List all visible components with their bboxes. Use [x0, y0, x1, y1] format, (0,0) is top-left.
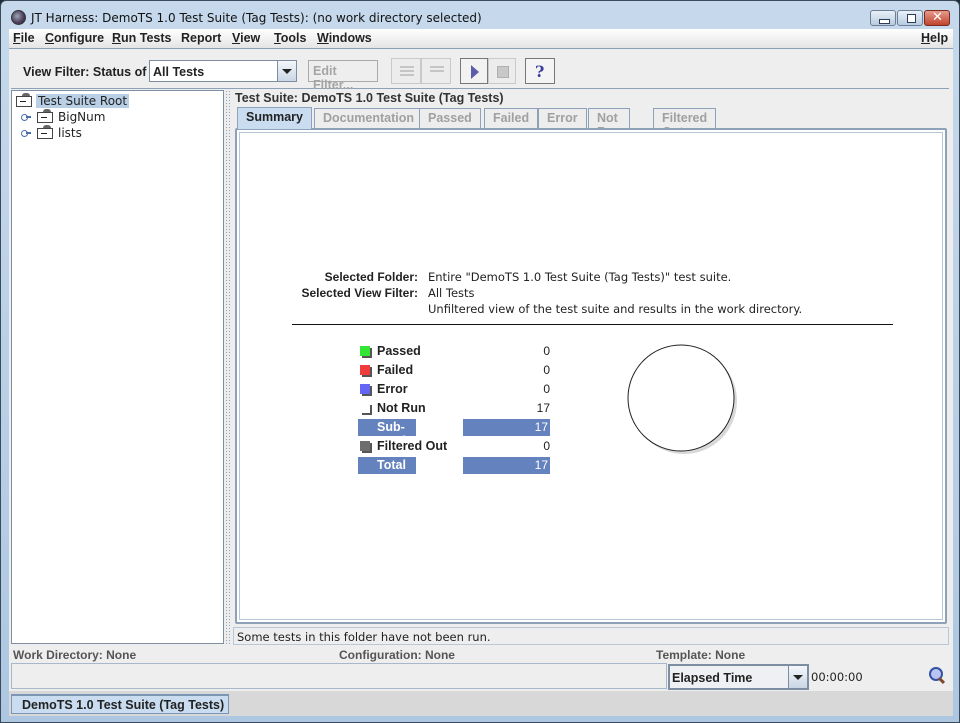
toolbar: View Filter: Status of All Tests Edit Fi… [11, 53, 949, 92]
tree-label: Test Suite Root [36, 94, 130, 108]
results-pie-chart [627, 344, 737, 454]
stat-row-filtered-out: Filtered Out 0 [358, 438, 553, 455]
test-suite-tab[interactable]: DemoTS 1.0 Test Suite (Tag Tests) [11, 694, 229, 714]
tab-summary[interactable]: Summary [237, 107, 312, 129]
close-icon: ✕ [932, 10, 943, 25]
menu-report[interactable]: Report [181, 31, 221, 45]
failed-swatch-icon [360, 365, 370, 375]
edit-filter-button[interactable]: Edit Filter... [308, 60, 378, 92]
stat-row-total: Total 17 [358, 457, 553, 474]
chevron-down-icon[interactable] [788, 666, 807, 688]
menu-run-tests[interactable]: Run Tests [112, 31, 172, 45]
test-tree: Test Suite Root BigNum lists [11, 90, 224, 644]
stat-row-passed: Passed 0 [358, 343, 553, 360]
passed-count: 0 [543, 344, 550, 358]
tree-node-root[interactable]: Test Suite Root [16, 93, 216, 109]
title-bar: JT Harness: DemoTS 1.0 Test Suite (Tag T… [1, 1, 959, 29]
tab-failed[interactable]: Failed [484, 108, 539, 128]
stat-row-not-run: Not Run 17 [358, 400, 553, 417]
menu-view[interactable]: View [232, 31, 260, 45]
elapsed-time: 00:00:00 [811, 670, 863, 684]
tab-documentation[interactable]: Documentation [314, 108, 423, 128]
menu-help[interactable]: Help [921, 31, 948, 45]
menu-windows[interactable]: Windows [317, 31, 372, 45]
template-label[interactable]: Template: None [656, 648, 745, 662]
not-run-count: 17 [536, 401, 550, 415]
start-tests-button[interactable] [460, 58, 488, 84]
tree-label: BigNum [58, 110, 106, 124]
failed-count: 0 [543, 363, 550, 377]
message-area [11, 663, 667, 689]
expand-list-icon [400, 66, 414, 78]
close-button[interactable]: ✕ [924, 10, 950, 26]
app-logo-icon [11, 10, 26, 25]
stat-row-subtotal: Sub-Total 17 [358, 419, 553, 448]
selected-view-filter-description: Unfiltered view of the test suite and re… [428, 302, 803, 316]
error-count: 0 [543, 382, 550, 396]
error-swatch-icon [360, 384, 370, 394]
menu-file[interactable]: File [13, 31, 35, 45]
window-title: JT Harness: DemoTS 1.0 Test Suite (Tag T… [31, 11, 482, 25]
view-filter-value: All Tests [153, 65, 205, 79]
folder-icon [37, 125, 53, 139]
split-pane-divider[interactable] [225, 90, 231, 644]
summary-panel: Selected Folder: Entire "DemoTS 1.0 Test… [235, 128, 947, 624]
configuration-label[interactable]: Configuration: None [339, 648, 455, 662]
help-button[interactable]: ? [525, 58, 555, 84]
tab-passed[interactable]: Passed [419, 108, 481, 128]
total-count: 17 [534, 458, 548, 472]
menu-bar: File Configure Run Tests Report View Too… [9, 29, 953, 49]
not-run-swatch-icon [360, 403, 370, 413]
expand-all-button[interactable] [391, 58, 421, 84]
info-bar: Work Directory: None Configuration: None… [11, 646, 949, 662]
stat-row-error: Error 0 [358, 381, 553, 398]
client-area: File Configure Run Tests Report View Too… [9, 29, 953, 716]
tab-error[interactable]: Error [538, 108, 587, 128]
pie-slice-not-run [627, 344, 735, 452]
test-suite-panel: Test Suite: DemoTS 1.0 Test Suite (Tag T… [233, 90, 949, 646]
suite-title: Test Suite: DemoTS 1.0 Test Suite (Tag T… [235, 91, 504, 105]
status-message: Some tests in this folder have not been … [233, 627, 949, 645]
maximize-button[interactable] [897, 10, 923, 26]
view-filter-select[interactable]: All Tests [149, 60, 297, 82]
magnifier-icon[interactable] [929, 667, 947, 685]
help-icon: ? [535, 62, 545, 81]
selected-folder-label: Selected Folder: [324, 270, 418, 284]
selected-view-filter-value: All Tests [428, 286, 475, 300]
menu-configure[interactable]: Configure [45, 31, 104, 45]
work-directory-label[interactable]: Work Directory: None [13, 648, 136, 662]
tree-node-lists[interactable]: lists [16, 125, 216, 141]
tree-node-bignum[interactable]: BigNum [16, 109, 216, 125]
folder-icon [37, 109, 53, 123]
filtered-out-count: 0 [543, 439, 550, 453]
tab-filtered-out[interactable]: Filtered Out [653, 108, 717, 139]
time-mode-select[interactable]: Elapsed Time [668, 664, 809, 690]
expand-handle-icon[interactable] [21, 130, 31, 137]
filtered-out-swatch-icon [360, 441, 370, 451]
chevron-down-icon[interactable] [277, 61, 296, 81]
stop-icon [497, 66, 509, 78]
collapse-all-button[interactable] [421, 58, 451, 84]
menu-tools[interactable]: Tools [274, 31, 306, 45]
expand-handle-icon[interactable] [21, 114, 31, 121]
tree-label: lists [58, 126, 82, 140]
desktop-tab-strip: DemoTS 1.0 Test Suite (Tag Tests) [9, 691, 953, 716]
tab-not-run[interactable]: Not Run [588, 108, 631, 139]
collapse-list-icon [430, 66, 444, 78]
selected-view-filter-label: Selected View Filter: [301, 286, 419, 300]
stop-tests-button[interactable] [488, 58, 516, 84]
selected-folder-value: Entire "DemoTS 1.0 Test Suite (Tag Tests… [428, 270, 732, 284]
subtotal-count: 17 [534, 420, 548, 434]
minimize-button[interactable] [870, 10, 896, 26]
play-icon [471, 65, 479, 79]
passed-swatch-icon [360, 346, 370, 356]
app-window: JT Harness: DemoTS 1.0 Test Suite (Tag T… [0, 0, 960, 723]
divider [292, 324, 893, 325]
view-filter-label: View Filter: Status of [23, 65, 147, 79]
folder-icon [16, 93, 32, 107]
stat-row-failed: Failed 0 [358, 362, 553, 379]
